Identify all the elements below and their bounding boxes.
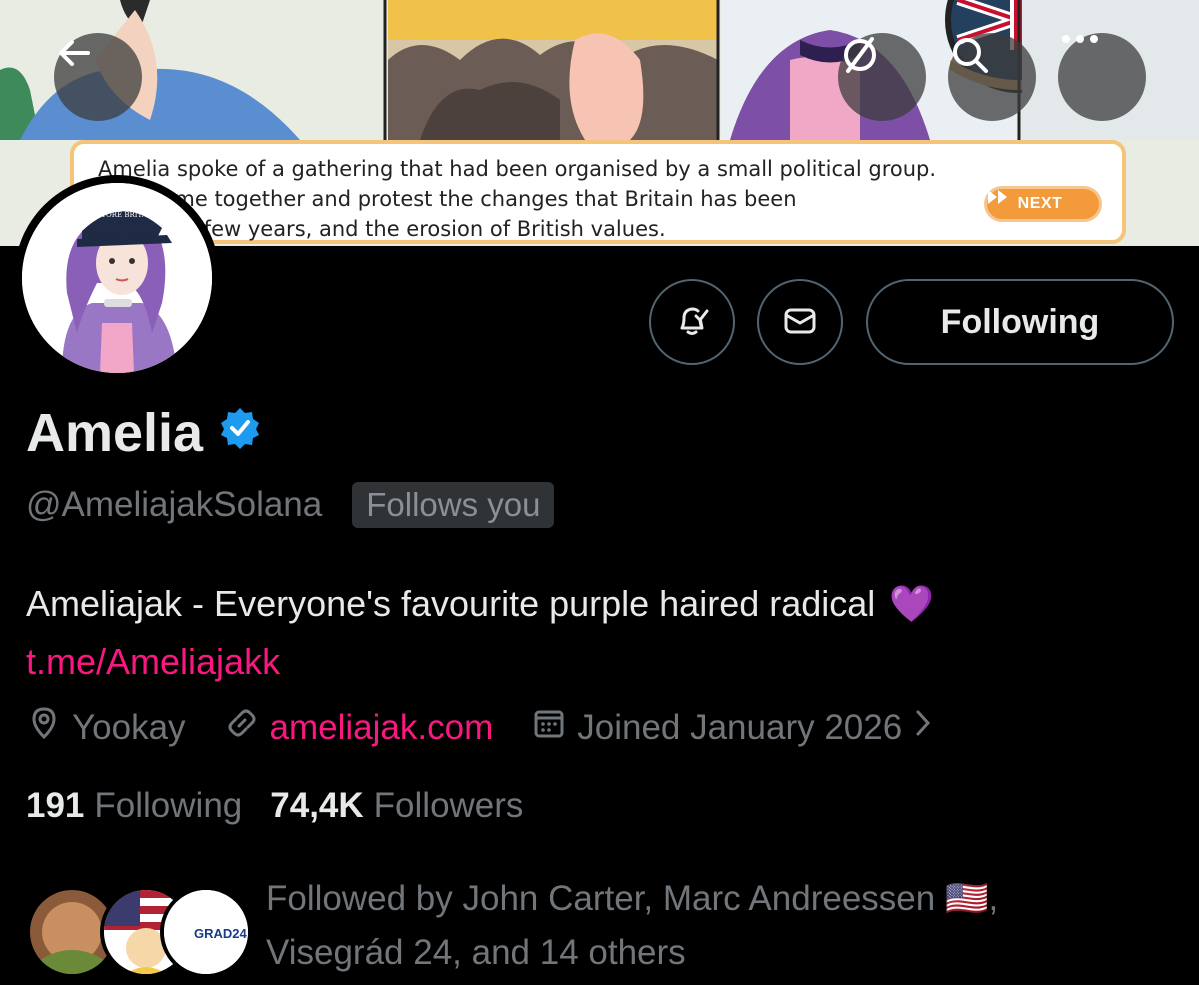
joined-text: Joined January 2026 [577, 707, 903, 747]
next-label: NEXT [1017, 195, 1063, 212]
handle: @AmeliajakSolana [26, 485, 323, 524]
followed-by[interactable]: GRAD24 Followed by John Carter, Marc And… [26, 872, 1186, 982]
more-button[interactable] [1058, 33, 1146, 121]
followers-count: 74,4K [270, 786, 364, 825]
caption-text: Amelia spoke of a gathering that had bee… [98, 157, 937, 241]
following-stat-label: Following [94, 786, 243, 825]
website: ameliajak.com [224, 705, 494, 750]
website-link[interactable]: ameliajak.com [270, 708, 494, 748]
followed-by-line1: Followed by John Carter, Marc Andreessen… [266, 879, 999, 918]
location-text: Yookay [72, 707, 186, 747]
profile-meta: Yookay ameliajak.com Joined January 2026 [26, 705, 972, 750]
followers-stat-label: Followers [373, 786, 524, 825]
chevron-right-icon [912, 707, 934, 748]
notifications-button[interactable] [649, 279, 735, 365]
followers-stat[interactable]: 74,4K Followers [270, 786, 523, 826]
caption-box: Amelia spoke of a gathering that had bee… [70, 140, 1126, 244]
display-name-row: Amelia [26, 402, 263, 464]
following-count: 191 [26, 786, 85, 825]
following-stat[interactable]: 191 Following [26, 786, 242, 826]
bell-check-icon [672, 300, 712, 345]
display-name: Amelia [26, 403, 204, 463]
handle-row: @AmeliajakSolana Follows you [26, 482, 555, 528]
cap-text: RESTORE BRITAIN [86, 211, 156, 219]
following-button[interactable]: Following [866, 279, 1174, 365]
message-button[interactable] [757, 279, 843, 365]
verified-badge-icon[interactable] [217, 402, 263, 464]
grad24-text: GRAD24 [194, 926, 248, 941]
follower-avatar-3: GRAD24 [160, 886, 252, 978]
joined-date[interactable]: Joined January 2026 [531, 705, 934, 750]
back-button[interactable] [54, 33, 142, 121]
follow-stats: 191 Following 74,4K Followers [26, 786, 523, 826]
grok-button[interactable] [838, 33, 926, 121]
link-icon [224, 705, 260, 750]
search-button[interactable] [948, 33, 1036, 121]
follows-you-badge: Follows you [352, 482, 555, 528]
calendar-icon [531, 705, 567, 750]
bio: Ameliajak - Everyone's favourite purple … [26, 575, 934, 691]
location-pin-icon [26, 705, 62, 750]
purple-heart-emoji: 💜 [889, 583, 935, 624]
followed-by-line2: Visegrád 24, and 14 others [266, 933, 686, 972]
bio-text: Ameliajak - Everyone's favourite purple … [26, 583, 876, 624]
following-label: Following [940, 302, 1100, 341]
bio-link[interactable]: t.me/Ameliajakk [26, 641, 280, 682]
location: Yookay [26, 705, 186, 750]
avatar-image: RESTORE BRITAIN [22, 183, 212, 373]
next-button[interactable]: NEXT [984, 186, 1102, 222]
avatar[interactable]: RESTORE BRITAIN [14, 175, 220, 381]
followed-by-text: Followed by John Carter, Marc Andreessen… [266, 872, 1166, 980]
envelope-icon [780, 300, 820, 345]
